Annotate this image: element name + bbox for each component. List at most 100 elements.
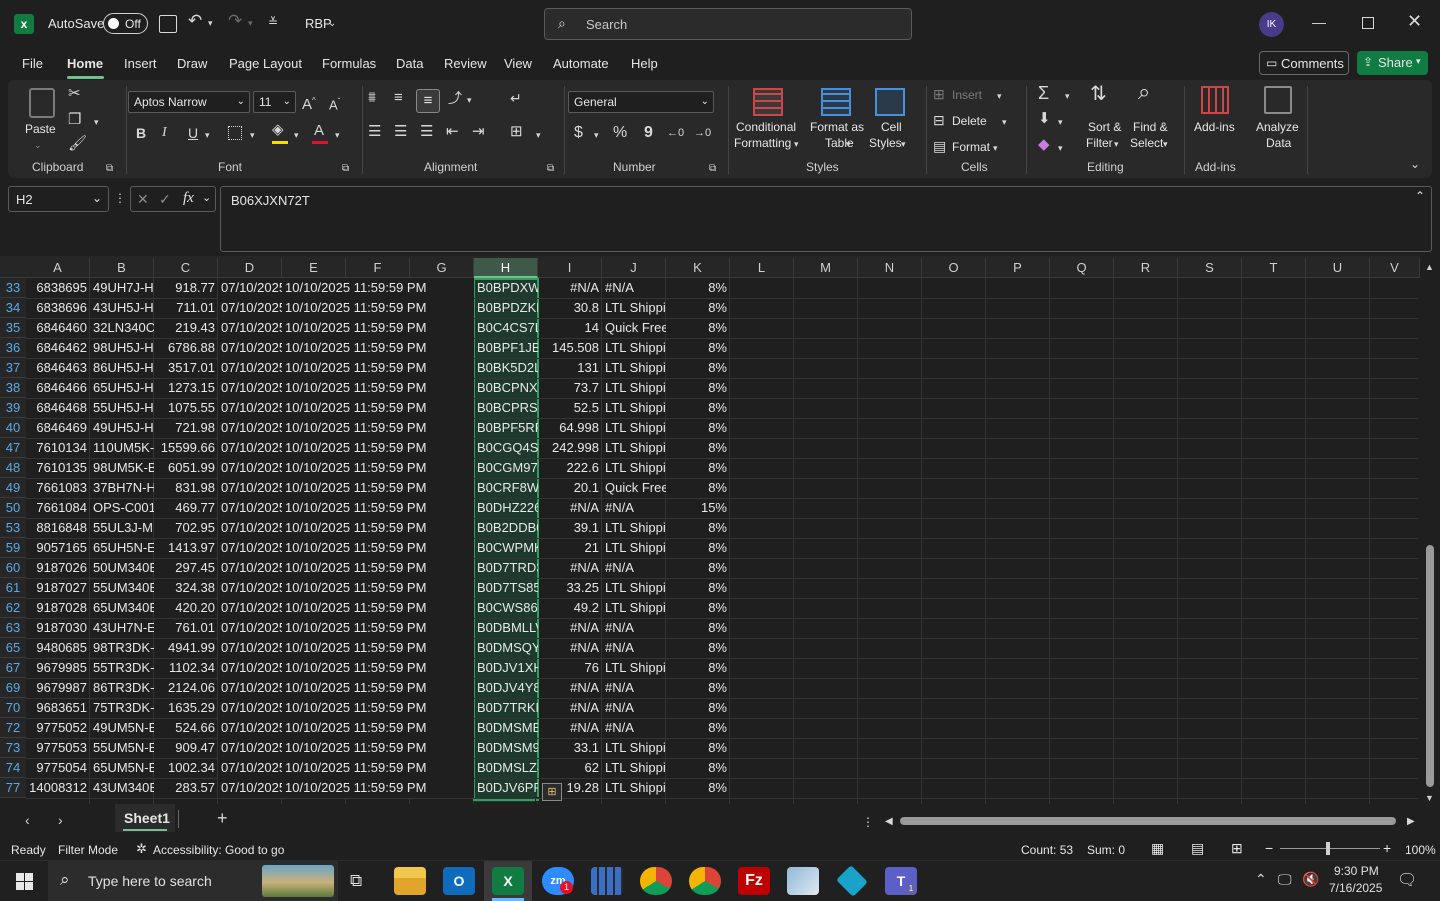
analyze-data-icon[interactable] (1264, 86, 1292, 114)
cell-j[interactable]: LTL Shippi (602, 358, 666, 378)
cell-d[interactable]: 07/10/2025 (218, 338, 282, 358)
row-header[interactable]: 62 (0, 598, 26, 618)
cell-c[interactable]: 283.57 (154, 778, 218, 798)
clock-time[interactable]: 9:30 PM (1334, 864, 1379, 878)
clear-icon[interactable]: ◆ (1038, 137, 1050, 153)
cell-i[interactable]: 21 (538, 538, 602, 558)
cell-c[interactable]: 1413.97 (154, 538, 218, 558)
conditional-formatting-icon[interactable] (753, 88, 783, 116)
cell-d[interactable]: 07/10/2025 (218, 658, 282, 678)
decrease-font-icon[interactable]: Aˇ (329, 94, 340, 113)
next-sheet-icon[interactable]: › (58, 812, 63, 828)
fill-icon[interactable]: ⬇ (1038, 111, 1051, 127)
cell-j[interactable]: LTL Shippi (602, 438, 666, 458)
cell-e[interactable]: 10/10/2025 11:59:59 PM (282, 458, 474, 478)
analyze-data-label2[interactable]: Data (1266, 136, 1291, 151)
cell-e[interactable]: 10/10/2025 11:59:59 PM (282, 558, 474, 578)
cell-d[interactable]: 07/10/2025 (218, 498, 282, 518)
vpn-app-icon[interactable] (836, 865, 868, 897)
cell-k[interactable]: 8% (666, 678, 730, 698)
cell-k[interactable]: 8% (666, 538, 730, 558)
copy-dropdown-icon[interactable]: ▾ (94, 114, 99, 130)
cell-i[interactable]: 52.5 (538, 398, 602, 418)
minimize-icon[interactable]: — (1312, 14, 1326, 30)
cell-h[interactable]: B0C4CS7L (474, 318, 538, 338)
cell-c[interactable]: 324.38 (154, 578, 218, 598)
cell-c[interactable]: 524.66 (154, 718, 218, 738)
tab-data[interactable]: Data (396, 56, 423, 71)
cell-h[interactable]: B0BPF5RP (474, 418, 538, 438)
cell-b[interactable]: 55UL3J-M (90, 518, 154, 538)
cell-h[interactable]: B0D7TS85 (474, 578, 538, 598)
cell-e[interactable]: 10/10/2025 11:59:59 PM (282, 338, 474, 358)
row-header[interactable]: 40 (0, 418, 26, 438)
chrome-icon[interactable] (640, 867, 672, 895)
cell-b[interactable]: 43UH5J-H (90, 298, 154, 318)
cell-j[interactable]: Quick Free (602, 318, 666, 338)
cell-k[interactable]: 15% (666, 498, 730, 518)
currency-dropdown-icon[interactable]: ▾ (594, 127, 599, 143)
cell-c[interactable]: 702.95 (154, 518, 218, 538)
cell-c[interactable]: 761.01 (154, 618, 218, 638)
cell-k[interactable]: 8% (666, 318, 730, 338)
cell-c[interactable]: 297.45 (154, 558, 218, 578)
cell-i[interactable]: 39.1 (538, 518, 602, 538)
row-header[interactable]: 49 (0, 478, 26, 498)
outlook-icon[interactable]: O (443, 867, 475, 895)
notifications-icon[interactable]: 🗨 (1397, 870, 1417, 890)
insert-function-button[interactable]: fx (183, 190, 194, 207)
cell-styles-label[interactable]: Cell (881, 120, 902, 135)
row-header[interactable]: 70 (0, 698, 26, 718)
increase-font-icon[interactable]: A^ (302, 93, 316, 113)
cell-d[interactable]: 07/10/2025 (218, 558, 282, 578)
wrap-text-icon[interactable]: ↵ (510, 90, 522, 106)
number-format-combo[interactable]: General ⌄ (568, 91, 714, 113)
name-box[interactable]: H2 ⌄ (8, 186, 109, 212)
row-header[interactable]: 39 (0, 398, 26, 418)
alignment-launcher-icon[interactable]: ⧉ (547, 161, 554, 177)
cell-e[interactable]: 10/10/2025 11:59:59 PM (282, 778, 474, 798)
zoom-in-icon[interactable]: + (1383, 840, 1391, 856)
cell-a[interactable]: 9775053 (26, 738, 90, 758)
cell-a[interactable]: 9775054 (26, 758, 90, 778)
cell-d[interactable]: 07/10/2025 (218, 598, 282, 618)
cell-i[interactable]: 33.1 (538, 738, 602, 758)
font-size-combo[interactable]: 11 ⌄ (253, 91, 296, 113)
cell-a[interactable]: 9775052 (26, 718, 90, 738)
tab-help[interactable]: Help (631, 56, 658, 71)
number-launcher-icon[interactable]: ⧉ (709, 161, 716, 177)
cell-d[interactable]: 07/10/2025 (218, 698, 282, 718)
cell-e[interactable]: 10/10/2025 11:59:59 PM (282, 758, 474, 778)
horizontal-scroll-track[interactable] (898, 814, 1403, 828)
cell-k[interactable]: 8% (666, 298, 730, 318)
cell-d[interactable]: 07/10/2025 (218, 738, 282, 758)
cell-k[interactable]: 8% (666, 718, 730, 738)
status-accessibility[interactable]: Accessibility: Good to go (153, 843, 284, 857)
cell-c[interactable]: 721.98 (154, 418, 218, 438)
cell-j[interactable]: LTL Shippi (602, 658, 666, 678)
volume-muted-icon[interactable]: 🔇 (1302, 871, 1319, 888)
row-header[interactable]: 35 (0, 318, 26, 338)
cell-c[interactable]: 1273.15 (154, 378, 218, 398)
bold-button[interactable]: B (136, 125, 146, 141)
cell-j[interactable]: #N/A (602, 718, 666, 738)
cell-e[interactable]: 10/10/2025 11:59:59 PM (282, 738, 474, 758)
cell-i[interactable]: #N/A (538, 698, 602, 718)
cell-a[interactable]: 6846468 (26, 398, 90, 418)
increase-indent-icon[interactable]: ⇥ (472, 124, 485, 140)
cell-h[interactable]: B0DMSQY (474, 638, 538, 658)
cell-k[interactable]: 8% (666, 478, 730, 498)
cell-e[interactable]: 10/10/2025 11:59:59 PM (282, 478, 474, 498)
cell-b[interactable]: 49UH5J-H (90, 418, 154, 438)
cell-b[interactable]: 43UH7N-E (90, 618, 154, 638)
comma-button[interactable]: 9 (644, 125, 653, 141)
format-cells-icon[interactable]: ▤ (933, 138, 946, 154)
cell-b[interactable]: 55UM5N-E (90, 738, 154, 758)
align-middle-icon[interactable]: ≡ (394, 90, 403, 106)
cell-h[interactable]: B0BCPRSC (474, 398, 538, 418)
cell-i[interactable]: 49.2 (538, 598, 602, 618)
decrease-indent-icon[interactable]: ⇤ (446, 124, 459, 140)
cell-c[interactable]: 711.01 (154, 298, 218, 318)
borders-dropdown-icon[interactable]: ▾ (250, 127, 255, 143)
cell-k[interactable]: 8% (666, 418, 730, 438)
